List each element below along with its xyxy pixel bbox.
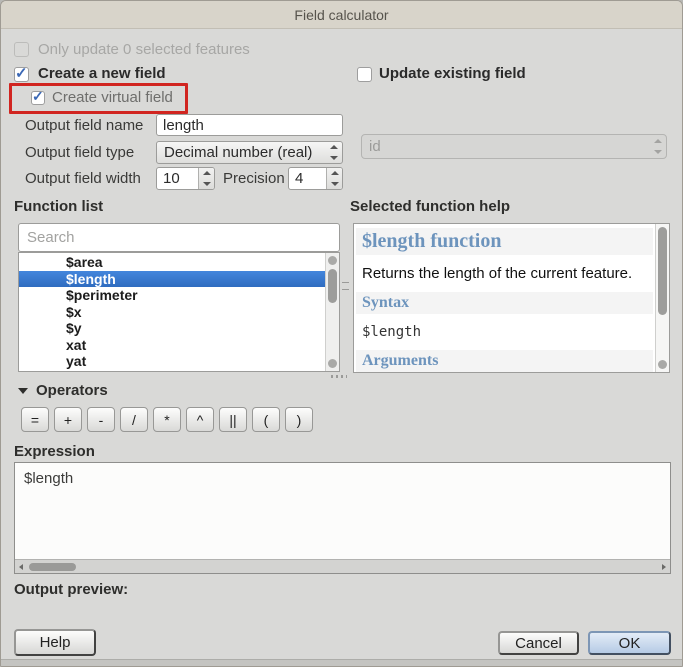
collapse-triangle-icon[interactable] <box>18 388 28 394</box>
scroll-down-icon[interactable] <box>658 360 667 369</box>
output-field-width-value: 10 <box>157 170 198 187</box>
function-list: $area $length $perimeter $x $y xat yat <box>18 252 340 372</box>
expression-text: $length <box>15 463 670 494</box>
operators-header[interactable]: Operators <box>18 382 108 399</box>
function-list-item[interactable]: $y <box>19 320 325 337</box>
output-field-type-label: Output field type <box>25 144 134 161</box>
help-syntax-code: $length <box>354 314 655 340</box>
function-rows: $area $length $perimeter $x $y xat yat <box>19 254 325 370</box>
precision-label: Precision <box>223 170 285 187</box>
function-list-scrollbar[interactable] <box>325 253 339 371</box>
window-title: Field calculator <box>294 7 388 23</box>
create-new-field-checkbox[interactable]: ✓ <box>14 67 29 82</box>
expression-label: Expression <box>14 443 95 460</box>
scroll-right-icon[interactable] <box>662 564 666 570</box>
output-field-name-label: Output field name <box>25 117 143 134</box>
function-list-item[interactable]: $perimeter <box>19 287 325 304</box>
precision-value: 4 <box>289 170 326 187</box>
existing-field-value: id <box>362 138 650 155</box>
spinner-arrows-icon <box>650 135 666 158</box>
function-list-item[interactable]: xat <box>19 337 325 354</box>
help-arguments-heading: Arguments <box>356 350 653 372</box>
operator-button[interactable]: + <box>54 407 82 432</box>
spinner-arrows-icon[interactable] <box>326 168 342 189</box>
scrollbar-thumb[interactable] <box>29 563 76 571</box>
function-search-input[interactable] <box>18 223 340 252</box>
operator-button[interactable]: - <box>87 407 115 432</box>
update-existing-field-checkbox[interactable] <box>357 67 372 82</box>
function-help-panel: $length function Returns the length of t… <box>353 223 670 373</box>
splitter-handle[interactable] <box>342 282 349 290</box>
output-field-width-label: Output field width <box>25 170 141 187</box>
cancel-button[interactable]: Cancel <box>498 631 579 655</box>
window-bottom-edge <box>1 659 682 666</box>
field-calculator-dialog: Field calculator Only update 0 selected … <box>0 0 683 667</box>
scrollbar-thumb[interactable] <box>658 227 667 315</box>
only-update-selected-checkbox <box>14 42 29 57</box>
ok-button[interactable]: OK <box>588 631 671 655</box>
function-list-item[interactable]: $x <box>19 304 325 321</box>
help-scrollbar[interactable] <box>655 224 669 372</box>
splitter-handle[interactable] <box>331 375 347 378</box>
scroll-down-icon[interactable] <box>328 359 337 368</box>
create-virtual-field-checkbox[interactable]: ✓ <box>31 91 45 105</box>
selected-function-help-label: Selected function help <box>350 198 510 215</box>
operator-button[interactable]: || <box>219 407 247 432</box>
output-field-type-combo[interactable]: Decimal number (real) <box>156 141 343 164</box>
existing-field-combo: id <box>361 134 667 159</box>
update-existing-field-label: Update existing field <box>379 65 526 82</box>
function-list-label: Function list <box>14 198 103 215</box>
create-virtual-field-label: Create virtual field <box>52 89 173 106</box>
help-description: Returns the length of the current featur… <box>354 255 655 282</box>
create-new-field-label: Create a new field <box>38 65 166 82</box>
spinner-arrows-icon[interactable] <box>198 168 214 189</box>
scroll-up-icon[interactable] <box>328 256 337 265</box>
operators-label: Operators <box>36 382 108 399</box>
output-preview-label: Output preview: <box>14 581 128 598</box>
function-list-item[interactable]: $length <box>19 271 325 288</box>
expression-hscrollbar[interactable] <box>15 559 670 573</box>
function-list-item[interactable]: yat <box>19 353 325 370</box>
scroll-left-icon[interactable] <box>19 564 23 570</box>
output-field-width-spinbox[interactable]: 10 <box>156 167 215 190</box>
operator-button[interactable]: ( <box>252 407 280 432</box>
checkmark-icon: ✓ <box>15 64 28 82</box>
output-field-name-input[interactable] <box>156 114 343 136</box>
operator-button[interactable]: * <box>153 407 181 432</box>
operator-button[interactable]: / <box>120 407 148 432</box>
operator-button[interactable]: = <box>21 407 49 432</box>
help-syntax-heading: Syntax <box>356 292 653 314</box>
help-title: $length function <box>356 228 653 255</box>
expression-editor[interactable]: $length <box>14 462 671 574</box>
operator-buttons: = + - / * ^ || ( ) <box>21 407 313 432</box>
function-list-item[interactable]: $area <box>19 254 325 271</box>
spinner-arrows-icon[interactable] <box>326 142 342 163</box>
precision-spinbox[interactable]: 4 <box>288 167 343 190</box>
only-update-selected-label: Only update 0 selected features <box>38 41 250 58</box>
operator-button[interactable]: ^ <box>186 407 214 432</box>
scrollbar-thumb[interactable] <box>328 269 337 303</box>
output-field-type-value: Decimal number (real) <box>157 144 326 161</box>
operator-button[interactable]: ) <box>285 407 313 432</box>
help-button[interactable]: Help <box>14 629 96 656</box>
checkmark-icon: ✓ <box>32 88 44 105</box>
titlebar[interactable]: Field calculator <box>1 1 682 29</box>
